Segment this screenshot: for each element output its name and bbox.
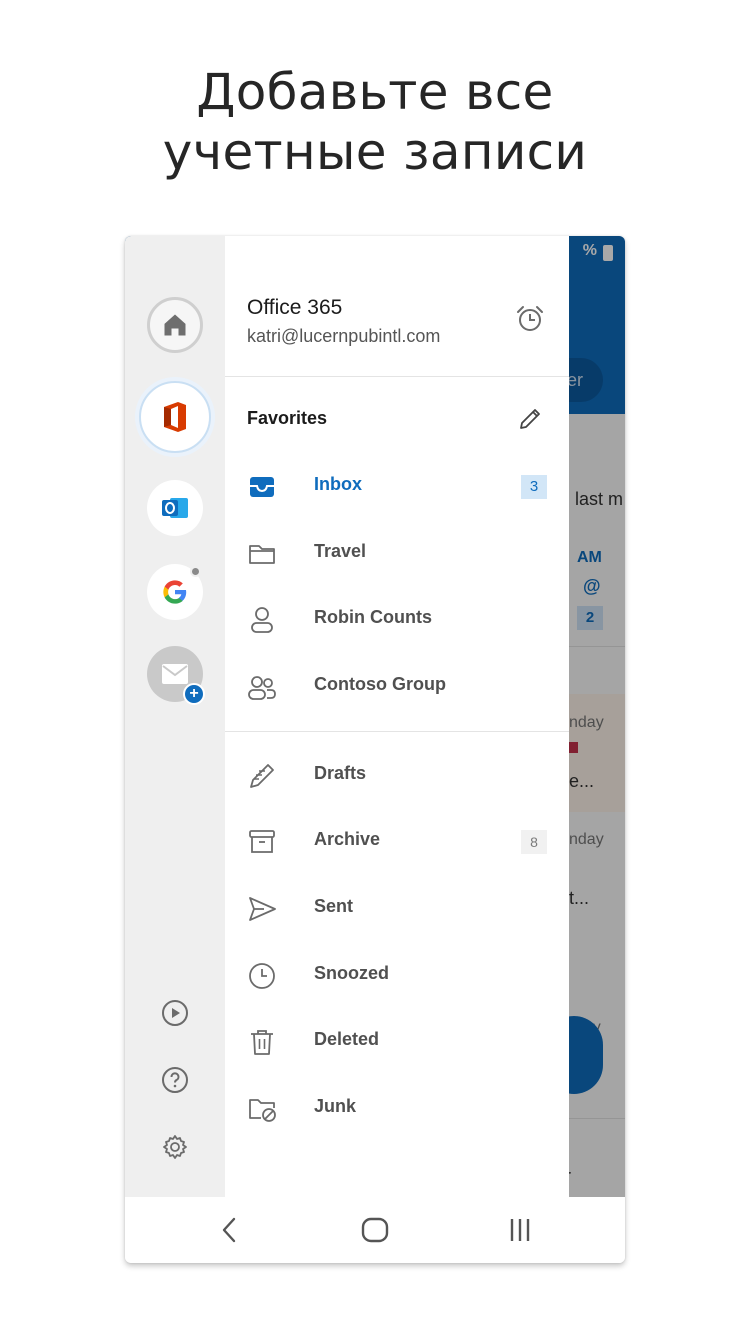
folder-item-inbox[interactable]: Inbox 3 [225, 453, 569, 519]
home-nav-icon[interactable] [360, 1215, 390, 1245]
account-email: katri@lucernpubintl.com [247, 326, 441, 346]
folder-drawer: Office 365 katri@lucernpubintl.com Favor… [225, 236, 569, 1197]
folder-label: Travel [314, 541, 367, 561]
person-icon [251, 607, 273, 633]
folder-item-robin-counts[interactable]: Robin Counts [225, 586, 569, 652]
account-name: Office 365 [247, 296, 343, 319]
folder-item-sent[interactable]: Sent [225, 875, 569, 941]
group-icon [248, 676, 276, 700]
home-icon [164, 314, 186, 336]
settings-icon[interactable] [161, 1133, 189, 1161]
office-icon [164, 402, 186, 432]
drafts-icon [250, 764, 274, 788]
folder-icon [249, 545, 275, 564]
folder-item-travel[interactable]: Travel [225, 520, 569, 586]
send-icon [249, 897, 276, 921]
folder-label: Deleted [314, 1029, 380, 1049]
system-navigation-bar [125, 1197, 625, 1263]
recents-icon[interactable] [505, 1215, 535, 1245]
edit-pencil-icon[interactable] [517, 406, 543, 432]
headline-line-1: Добавьте все [196, 63, 554, 121]
play-icon[interactable] [161, 999, 189, 1027]
folder-item-junk[interactable]: Junk [225, 1075, 569, 1141]
folder-label: Drafts [314, 763, 367, 783]
account-rail: + [125, 236, 225, 1197]
junk-folder-icon [249, 1099, 276, 1122]
home-account-button[interactable] [147, 297, 203, 353]
folder-item-deleted[interactable]: Deleted [225, 1008, 569, 1074]
folder-label: Junk [314, 1096, 357, 1116]
google-icon [163, 580, 187, 604]
office365-account-button[interactable] [139, 381, 211, 453]
google-account-button[interactable] [147, 564, 203, 620]
archive-count-badge: 8 [521, 830, 547, 854]
folder-item-contoso-group[interactable]: Contoso Group [225, 653, 569, 719]
folder-label: Sent [314, 896, 354, 916]
back-icon[interactable] [215, 1215, 245, 1245]
add-account-button[interactable]: + [147, 646, 205, 705]
inbox-icon [250, 477, 274, 497]
favorites-title: Favorites [247, 408, 328, 428]
header-divider [225, 376, 569, 377]
archive-icon [249, 830, 275, 853]
folder-item-archive[interactable]: Archive 8 [225, 808, 569, 874]
folder-label: Archive [314, 829, 381, 849]
clock-icon [249, 963, 275, 989]
help-icon[interactable] [161, 1066, 189, 1094]
folder-label: Contoso Group [314, 674, 446, 694]
outlook-icon [162, 498, 188, 518]
folder-label: Robin Counts [314, 607, 432, 627]
phone-screen: % er last m AM @ 2 nday e... nday t... d… [125, 236, 625, 1263]
plus-icon: + [183, 683, 205, 705]
outlook-account-button[interactable] [147, 480, 203, 536]
mail-icon [162, 664, 188, 684]
headline-line-2: учетные записи [162, 123, 588, 181]
folder-label: Snoozed [314, 963, 389, 983]
folder-item-snoozed[interactable]: Snoozed [225, 942, 569, 1008]
alarm-icon[interactable] [515, 304, 545, 334]
folder-label: Inbox [314, 474, 362, 494]
favorites-divider [225, 731, 569, 732]
notification-dot [190, 566, 201, 577]
unread-count-badge: 3 [521, 475, 547, 499]
headline: Добавьте все учетные записи [0, 62, 750, 182]
folder-item-drafts[interactable]: Drafts [225, 742, 569, 808]
trash-icon [251, 1030, 273, 1055]
